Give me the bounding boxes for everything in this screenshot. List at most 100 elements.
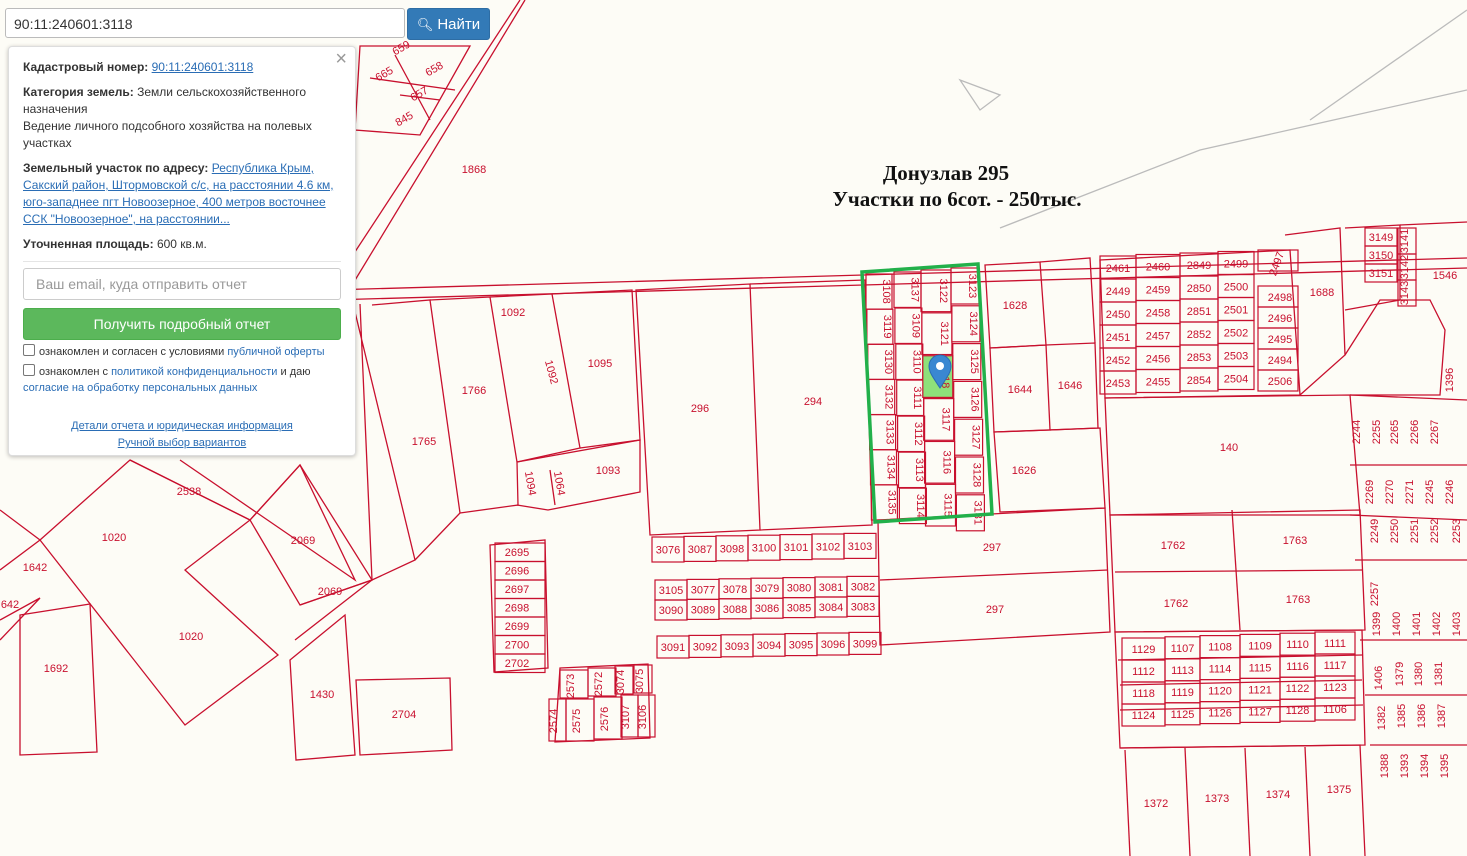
plot-label-1430[interactable]: 1430 [310, 689, 334, 701]
plot-label-1119[interactable]: 1119 [1171, 687, 1194, 699]
plot-label-2460[interactable]: 2460 [1146, 262, 1170, 274]
plot-label-2503[interactable]: 2503 [1224, 351, 1248, 363]
plot-label-3141[interactable]: 3141 [1399, 229, 1411, 253]
plot-label-1765[interactable]: 1765 [412, 436, 436, 448]
plot-label-1396[interactable]: 1396 [1444, 368, 1456, 392]
plot-label-1766[interactable]: 1766 [462, 385, 486, 397]
plot-label-1121[interactable]: 1121 [1248, 684, 1272, 696]
close-icon[interactable]: × [335, 49, 347, 69]
plot-label-3143[interactable]: 3143 [1399, 281, 1411, 305]
plot-label-2494[interactable]: 2494 [1268, 355, 1292, 367]
plot-label-3111[interactable]: 3111 [911, 386, 923, 409]
plot-label-3134[interactable]: 3134 [885, 455, 897, 479]
plot-label-1393[interactable]: 1393 [1399, 754, 1411, 778]
plot-label-1093[interactable]: 1093 [596, 465, 620, 477]
plot-label-2850[interactable]: 2850 [1187, 283, 1211, 295]
plot-label-2450[interactable]: 2450 [1106, 309, 1130, 321]
plot-label-2069[interactable]: 2069 [291, 535, 315, 547]
plot-label-2852[interactable]: 2852 [1187, 329, 1211, 341]
plot-label-3079[interactable]: 3079 [755, 583, 779, 595]
plot-label-3150[interactable]: 3150 [1369, 250, 1393, 262]
plot-label-3100[interactable]: 3100 [752, 543, 776, 555]
consent-privacy[interactable]: ознакомлен с политикой конфиденциальност… [23, 364, 341, 396]
plot-label-3109[interactable]: 3109 [909, 314, 921, 338]
plot-label-3122[interactable]: 3122 [937, 279, 949, 303]
plot-label-2456[interactable]: 2456 [1146, 354, 1170, 366]
plot-label-3096[interactable]: 3096 [821, 639, 845, 651]
search-input[interactable]: 90:11:240601:3118 [5, 8, 405, 38]
manual-selection-link[interactable]: Ручной выбор вариантов [118, 437, 246, 449]
plot-label-3126[interactable]: 3126 [969, 387, 981, 411]
plot-label-1108[interactable]: 1108 [1208, 642, 1232, 654]
plot-label-1020[interactable]: 1020 [179, 631, 203, 643]
plot-label-2495[interactable]: 2495 [1268, 334, 1292, 346]
plot-label-2269[interactable]: 2269 [1364, 480, 1376, 504]
plot-label-3091[interactable]: 3091 [661, 642, 685, 654]
plot-label-2458[interactable]: 2458 [1146, 308, 1170, 320]
plot-label-3115[interactable]: 3115 [942, 493, 954, 517]
plot-label-140[interactable]: 140 [1220, 442, 1238, 454]
offer-link[interactable]: публичной оферты [227, 346, 324, 358]
plot-label-3081[interactable]: 3081 [819, 582, 843, 594]
plot-label-3113[interactable]: 3113 [913, 458, 925, 482]
plot-label-1762[interactable]: 1762 [1161, 540, 1185, 552]
plot-label-3132[interactable]: 3132 [883, 385, 895, 409]
plot-label-1644[interactable]: 1644 [1008, 384, 1032, 396]
plot-label-2265[interactable]: 2265 [1389, 420, 1401, 444]
plot-label-3107[interactable]: 3107 [620, 705, 632, 729]
plot-label-3085[interactable]: 3085 [787, 603, 811, 615]
plot-label-3124[interactable]: 3124 [967, 312, 979, 336]
plot-label-1385[interactable]: 1385 [1396, 704, 1408, 728]
plot-label-2498[interactable]: 2498 [1268, 292, 1292, 304]
plot-label-1125[interactable]: 1125 [1171, 709, 1195, 721]
plot-label-3149[interactable]: 3149 [1369, 232, 1393, 244]
plot-label-1109[interactable]: 1109 [1248, 640, 1272, 652]
plot-label-3123[interactable]: 3123 [966, 274, 978, 298]
plot-label-2696[interactable]: 2696 [505, 566, 529, 578]
plot-label-1128[interactable]: 1128 [1286, 705, 1310, 717]
plot-label-3119[interactable]: 3119 [881, 315, 893, 339]
plot-label-1380[interactable]: 1380 [1413, 662, 1425, 686]
plot-label-1388[interactable]: 1388 [1379, 754, 1391, 778]
plot-label-2453[interactable]: 2453 [1106, 378, 1130, 390]
plot-label-2449[interactable]: 2449 [1106, 286, 1130, 298]
plot-label-2574[interactable]: 2574 [548, 709, 560, 733]
details-link[interactable]: Детали отчета и юридическая информация [71, 420, 293, 432]
plot-label-2499[interactable]: 2499 [1224, 259, 1248, 271]
plot-label-2698[interactable]: 2698 [505, 603, 529, 615]
plot-label-1868[interactable]: 1868 [462, 164, 486, 176]
plot-label-2506[interactable]: 2506 [1268, 376, 1292, 388]
plot-label-3092[interactable]: 3092 [693, 641, 717, 653]
plot-label-3076[interactable]: 3076 [656, 545, 680, 557]
plot-label-3128[interactable]: 3128 [971, 463, 983, 487]
plot-label-1127[interactable]: 1127 [1248, 706, 1272, 718]
cadastral-number-link[interactable]: 90:11:240601:3118 [152, 60, 254, 74]
plot-label-2257[interactable]: 2257 [1369, 582, 1381, 606]
plot-label-3135[interactable]: 3135 [885, 490, 897, 514]
plot-label-1118[interactable]: 1118 [1132, 688, 1155, 700]
plot-label-3083[interactable]: 3083 [851, 601, 875, 613]
plot-label-3117[interactable]: 3117 [940, 408, 952, 432]
plot-label-1763[interactable]: 1763 [1286, 594, 1310, 606]
plot-label-1092[interactable]: 1092 [501, 307, 525, 319]
plot-label-2501[interactable]: 2501 [1224, 305, 1248, 317]
plot-label-2697[interactable]: 2697 [505, 584, 529, 596]
plot-label-2853[interactable]: 2853 [1187, 352, 1211, 364]
plot-label-1120[interactable]: 1120 [1208, 686, 1232, 698]
plot-label-1626[interactable]: 1626 [1012, 465, 1036, 477]
plot-label-2702[interactable]: 2702 [505, 658, 529, 670]
plot-label-3080[interactable]: 3080 [787, 583, 811, 595]
plot-label-1114[interactable]: 1114 [1209, 664, 1232, 676]
plot-label-2069[interactable]: 2069 [318, 586, 342, 598]
plot-label-3137[interactable]: 3137 [909, 277, 921, 301]
privacy-link[interactable]: политикой конфиденциальности [111, 366, 277, 378]
plot-label-1115[interactable]: 1115 [1249, 662, 1272, 674]
plot-label-2704[interactable]: 2704 [392, 709, 416, 721]
plot-label-2502[interactable]: 2502 [1224, 328, 1248, 340]
plot-label-3086[interactable]: 3086 [755, 603, 779, 615]
plot-label-2251[interactable]: 2251 [1409, 519, 1421, 543]
plot-label-1129[interactable]: 1129 [1132, 644, 1156, 656]
plot-label-3142[interactable]: 3142 [1399, 255, 1411, 279]
plot-label-3102[interactable]: 3102 [816, 542, 840, 554]
plot-label-3108[interactable]: 3108 [880, 279, 892, 303]
